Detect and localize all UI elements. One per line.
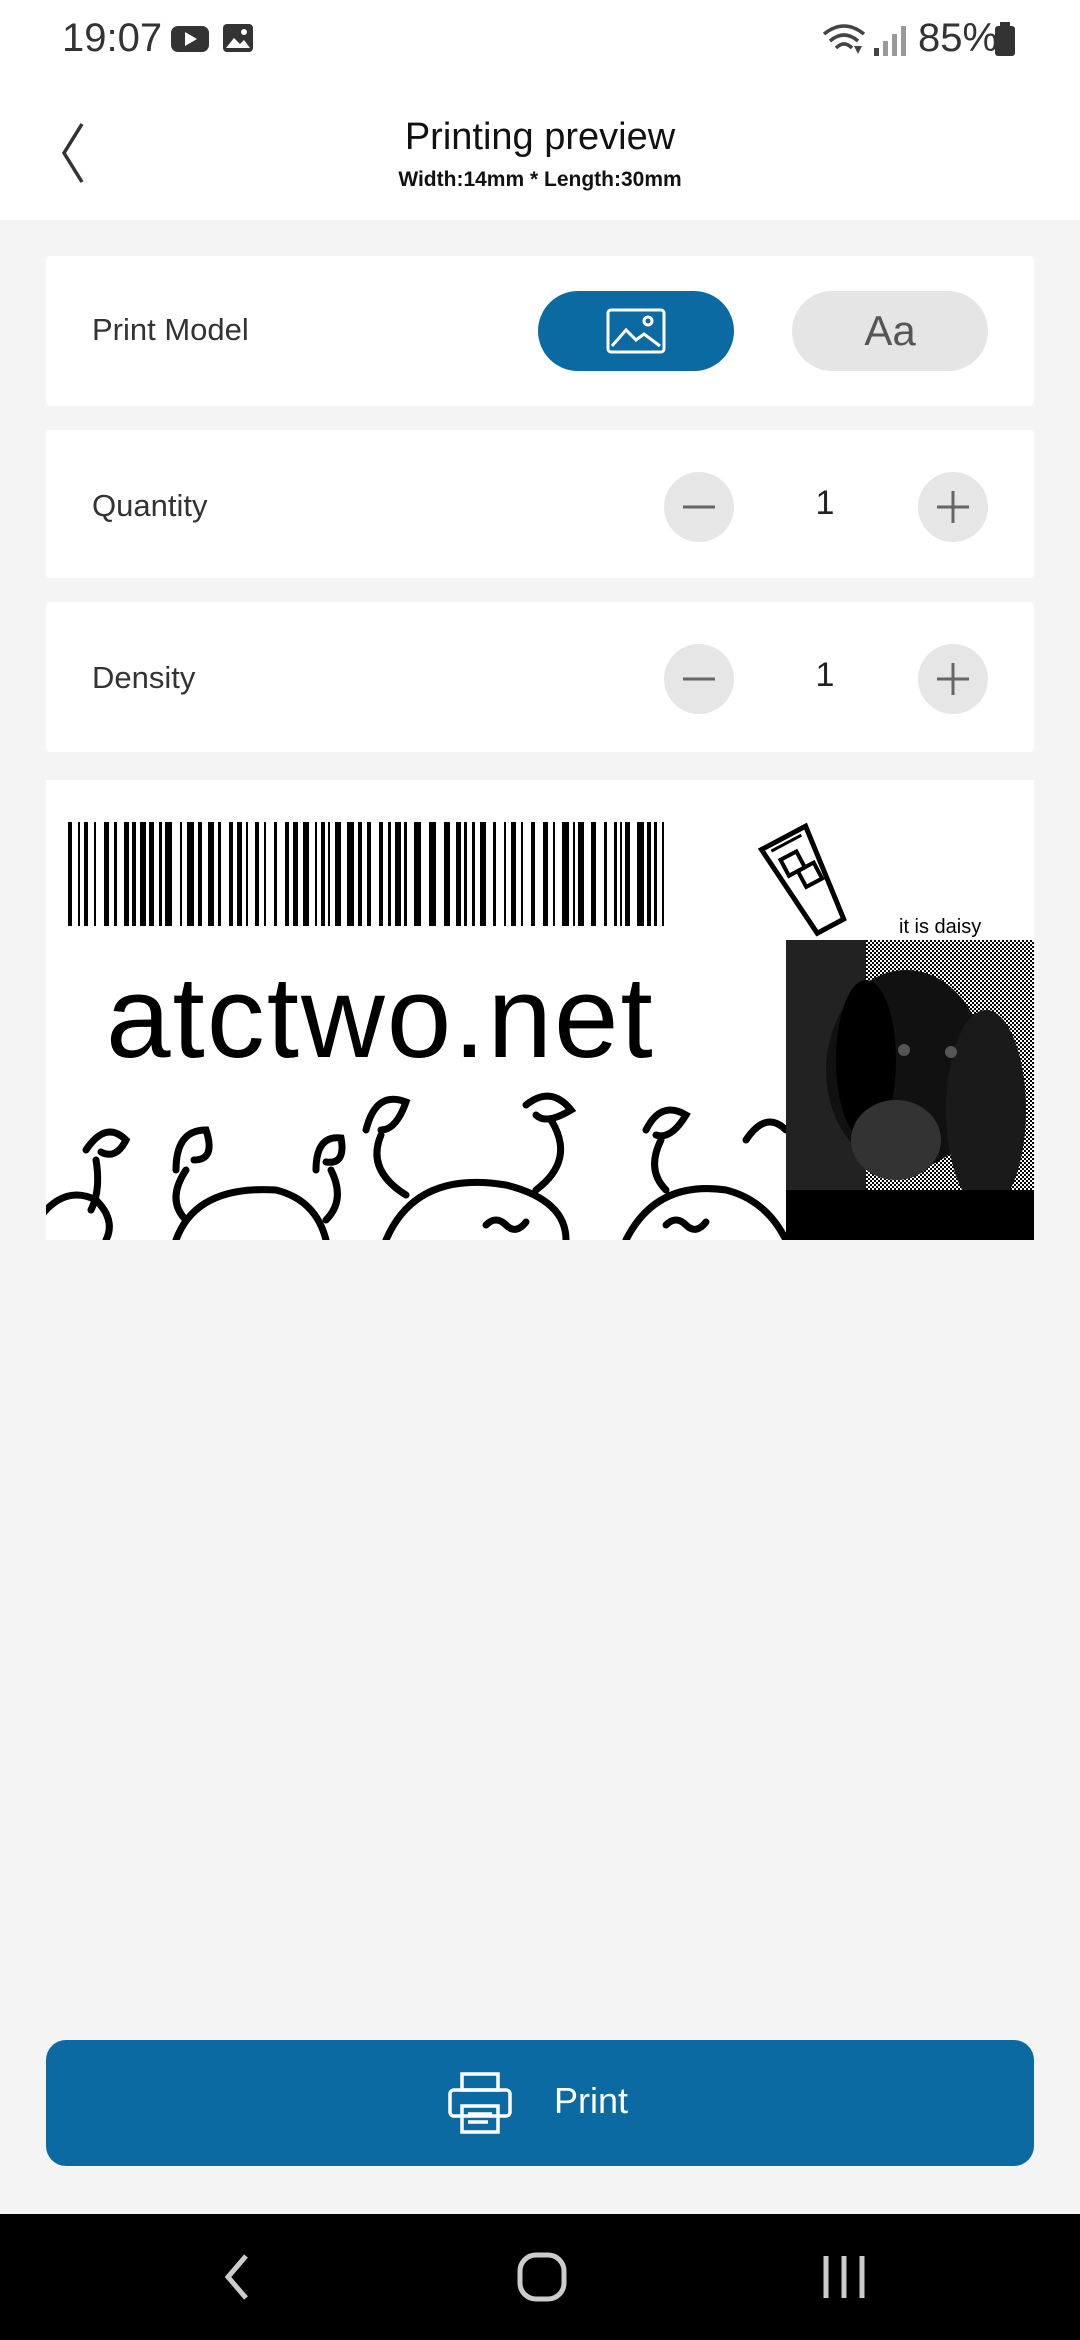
image-mode-button[interactable] [538, 291, 734, 371]
quantity-increment-button[interactable] [918, 472, 988, 542]
text-mode-button[interactable]: Aa [792, 291, 988, 371]
quantity-card: Quantity 1 [46, 430, 1034, 578]
youtube-icon [171, 26, 209, 52]
image-icon [606, 308, 666, 354]
quantity-decrement-button[interactable] [664, 472, 734, 542]
density-label: Density [92, 660, 196, 695]
density-card: Density 1 [46, 602, 1034, 752]
density-decrement-button[interactable] [664, 644, 734, 714]
print-button[interactable]: Print [46, 2040, 1034, 2166]
minus-icon [683, 677, 715, 681]
quantity-value: 1 [815, 484, 835, 522]
density-value: 1 [815, 656, 835, 694]
nav-back-icon[interactable] [218, 2252, 258, 2302]
page-subtitle: Width:14mm * Length:30mm [398, 168, 682, 191]
dog-photo [786, 940, 1034, 1240]
print-model-card: Print Model Aa [46, 256, 1034, 406]
status-bar: 19:07 85% [0, 0, 1080, 80]
printer-icon [448, 2072, 512, 2134]
print-button-label: Print [554, 2080, 629, 2121]
page-title: Printing preview [404, 116, 676, 158]
wifi-icon [822, 24, 866, 54]
crab-pattern-image [46, 1092, 786, 1240]
app-header: Printing preview Width:14mm * Length:30m… [0, 80, 1080, 220]
preview-caption: it is daisy [899, 916, 982, 938]
status-time: 19:07 [62, 16, 163, 60]
barcode-image [68, 822, 664, 926]
quantity-label: Quantity [92, 488, 208, 523]
nav-home-icon[interactable] [516, 2251, 568, 2303]
signal-icon [874, 26, 906, 56]
gallery-icon [223, 24, 253, 52]
minus-icon [683, 505, 715, 509]
battery-icon [995, 22, 1015, 56]
plus-icon [937, 491, 969, 523]
drink-glass-icon [757, 822, 847, 937]
nav-recents-icon[interactable] [820, 2252, 868, 2302]
preview-main-text: atctwo.net [106, 952, 655, 1082]
system-nav-bar [0, 2214, 1080, 2340]
label-preview: it is daisy atctwo.net [46, 780, 1034, 1240]
battery-percent: 85% [918, 16, 999, 60]
print-model-label: Print Model [92, 312, 249, 347]
plus-icon [937, 663, 969, 695]
density-increment-button[interactable] [918, 644, 988, 714]
